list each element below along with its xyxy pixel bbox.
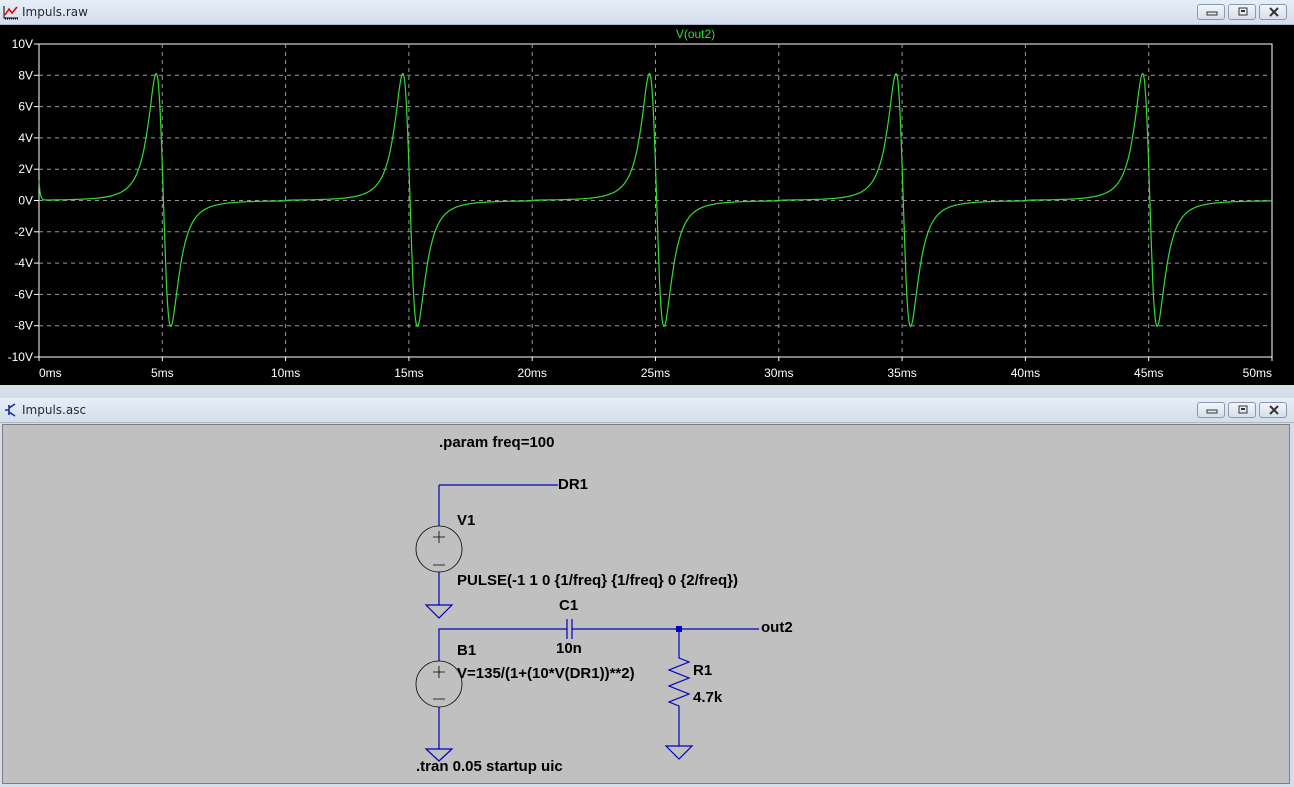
x-tick-label: 30ms <box>764 366 793 380</box>
tran-directive[interactable]: .tran 0.05 startup uic <box>416 758 563 775</box>
restore-icon <box>1238 7 1248 16</box>
waveform-chart: 0ms 5ms 10ms 15ms 20ms 25ms 30ms 35ms 40ms 45ms 50… <box>8 27 1273 380</box>
b1-name[interactable]: B1 <box>457 642 476 659</box>
plot-window-title: Impuls.raw <box>22 5 88 19</box>
ground-icon <box>664 745 694 760</box>
capacitor-c1[interactable] <box>566 619 573 639</box>
restore-button[interactable] <box>1228 4 1256 20</box>
minimize-button[interactable] <box>1197 4 1225 20</box>
y-tick-label: 4V <box>18 131 33 145</box>
plot-window-titlebar[interactable]: Impuls.raw <box>0 0 1294 25</box>
x-tick-label: 35ms <box>887 366 916 380</box>
minimize-icon <box>1206 409 1218 414</box>
b1-value[interactable]: V=135/(1+(10*V(DR1))**2) <box>457 665 635 682</box>
y-tick-label: 2V <box>18 162 33 176</box>
x-tick-label: 5ms <box>151 366 174 380</box>
transistor-icon <box>5 403 16 417</box>
close-button[interactable] <box>1259 4 1287 20</box>
restore-icon <box>1238 405 1248 414</box>
y-tick-label: 10V <box>12 37 33 51</box>
x-tick-label: 10ms <box>271 366 300 380</box>
v1-value[interactable]: PULSE(-1 1 0 {1/freq} {1/freq} 0 {2/freq… <box>457 572 738 589</box>
ground-icon <box>424 604 454 619</box>
r1-value[interactable]: 4.7k <box>693 689 722 706</box>
x-tick-label: 25ms <box>641 366 670 380</box>
c1-name[interactable]: C1 <box>559 597 578 614</box>
minimize-button[interactable] <box>1197 402 1225 418</box>
schematic-drawing <box>415 484 759 762</box>
y-tick-label: -10V <box>8 350 33 364</box>
schematic-window-title: Impuls.asc <box>22 403 87 417</box>
x-tick-label: 0ms <box>39 366 62 380</box>
net-label-dr1[interactable]: DR1 <box>558 476 588 493</box>
c1-value[interactable]: 10n <box>556 640 582 657</box>
schematic-window-titlebar[interactable]: Impuls.asc <box>0 398 1294 423</box>
close-icon <box>1269 405 1279 415</box>
restore-button[interactable] <box>1228 402 1256 418</box>
minimize-icon <box>1206 11 1218 16</box>
param-directive[interactable]: .param freq=100 <box>439 434 554 451</box>
y-tick-label: -8V <box>14 319 33 333</box>
schematic-canvas[interactable]: .param freq=100 DR1 V1 PULSE(-1 1 0 {1/f… <box>2 424 1290 784</box>
resistor-r1[interactable] <box>667 629 691 746</box>
x-tick-label: 40ms <box>1011 366 1040 380</box>
y-tick-label: -6V <box>14 287 33 301</box>
waveform-plot[interactable]: 0ms 5ms 10ms 15ms 20ms 25ms 30ms 35ms 40ms 45ms 50… <box>0 25 1294 385</box>
y-tick-label: -4V <box>14 256 33 270</box>
y-tick-label: 8V <box>18 68 33 82</box>
x-tick-label: 45ms <box>1134 366 1163 380</box>
y-tick-label: -2V <box>14 225 33 239</box>
x-tick-label: 20ms <box>518 366 547 380</box>
b1-plus-icon <box>433 666 445 700</box>
close-icon <box>1269 7 1279 17</box>
x-tick-label: 50ms <box>1243 366 1272 380</box>
net-label-out2[interactable]: out2 <box>761 619 793 636</box>
x-tick-label: 15ms <box>394 366 423 380</box>
trace-title: V(out2) <box>676 27 715 41</box>
waveform-icon <box>3 6 18 20</box>
close-button[interactable] <box>1259 402 1287 418</box>
y-tick-label: 0V <box>18 194 33 208</box>
r1-name[interactable]: R1 <box>693 662 712 679</box>
v1-name[interactable]: V1 <box>457 512 475 529</box>
y-tick-label: 6V <box>18 100 33 114</box>
v1-plus-icon <box>433 531 445 566</box>
